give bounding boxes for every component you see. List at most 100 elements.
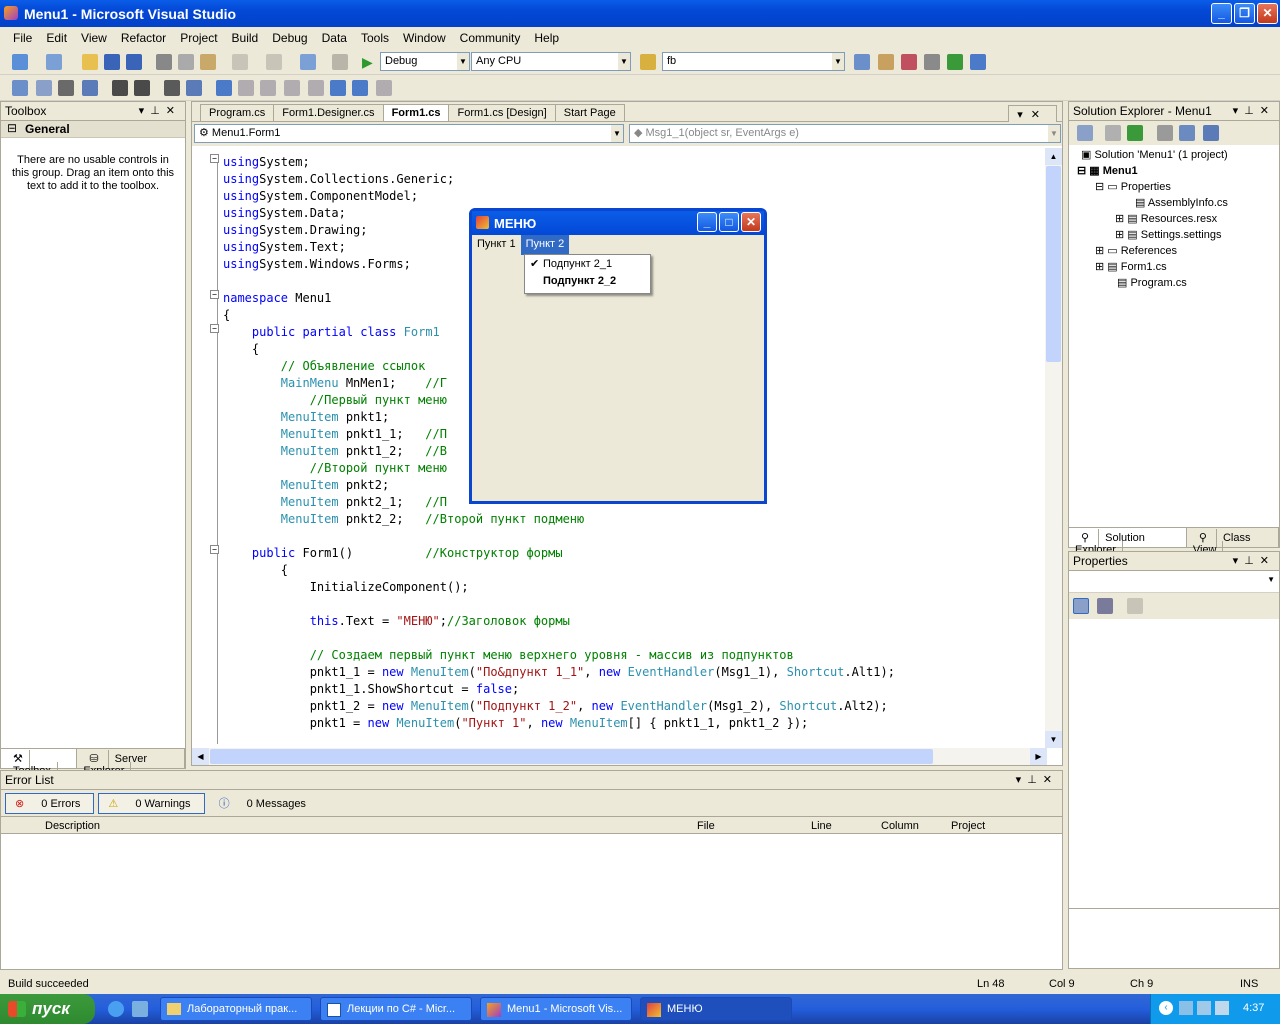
tree-solution[interactable]: ▣ Solution 'Menu1' (1 project) [1081, 148, 1228, 161]
tray-expand-icon[interactable]: ‹ [1159, 1001, 1173, 1015]
menu-community[interactable]: Community [453, 31, 528, 45]
show-desktop-icon[interactable] [132, 1001, 148, 1017]
task-menu-form[interactable]: МЕНЮ [640, 997, 792, 1021]
menu-refactor[interactable]: Refactor [114, 31, 173, 45]
errors-filter-button[interactable]: ⊗ 0 Errors [5, 792, 95, 814]
internet-explorer-icon[interactable] [108, 1001, 124, 1017]
menu-debug[interactable]: Debug [265, 31, 314, 45]
task-visual-studio[interactable]: Menu1 - Microsoft Vis... [480, 997, 632, 1021]
menu-data[interactable]: Data [315, 31, 354, 45]
new-project-icon[interactable] [12, 54, 28, 70]
comment-icon[interactable] [164, 80, 180, 96]
collapse-icon[interactable]: − [210, 324, 219, 333]
prev-bookmark-folder-icon[interactable] [284, 80, 300, 96]
find-input[interactable]: fb ▼ [662, 52, 845, 71]
menu-view[interactable]: View [74, 31, 114, 45]
column-line[interactable]: Line [811, 820, 832, 832]
toolbox-group-general[interactable]: General [1, 121, 185, 138]
pane-controls[interactable]: ▾⊥✕ [139, 104, 181, 117]
form-maximize-button[interactable]: □ [719, 212, 739, 232]
menu-edit[interactable]: Edit [39, 31, 74, 45]
next-bookmark-icon[interactable] [260, 80, 276, 96]
cut-icon[interactable] [156, 54, 172, 70]
save-all-icon[interactable] [126, 54, 142, 70]
scroll-right-icon[interactable]: ▶ [1030, 748, 1047, 765]
minimize-button[interactable]: _ [1211, 3, 1232, 24]
security-icon[interactable] [1215, 1001, 1229, 1015]
object-browser-icon[interactable] [901, 54, 917, 70]
submenu-item-2-2[interactable]: Подпункт 2_2 [525, 272, 650, 289]
task-word-document[interactable]: Лекции по C# - Micr... [320, 997, 472, 1021]
submenu-item-2-1[interactable]: ✔ Подпункт 2_1 [525, 255, 650, 272]
tab-program-cs[interactable]: Program.cs [200, 104, 275, 121]
menu-tools[interactable]: Tools [354, 31, 396, 45]
task-folder[interactable]: Лабораторный прак... [160, 997, 312, 1021]
column-column[interactable]: Column [881, 820, 919, 832]
form-menu-item-2[interactable]: Пункт 2 [520, 235, 570, 255]
pane-controls[interactable]: ▾⊥✕ [1016, 773, 1058, 786]
member-dropdown[interactable]: ◆ Msg1_1(object sr, EventArgs e) ▼ [629, 124, 1061, 143]
form-menu-item-1[interactable]: Пункт 1 [472, 235, 521, 255]
column-description[interactable]: Description [45, 820, 100, 832]
increase-indent-icon[interactable] [134, 80, 150, 96]
type-dropdown[interactable]: ⚙ Menu1.Form1 ▼ [194, 124, 624, 143]
decrease-indent-icon[interactable] [112, 80, 128, 96]
next-bookmark-folder-icon[interactable] [308, 80, 324, 96]
save-icon[interactable] [104, 54, 120, 70]
close-button[interactable]: ✕ [1257, 3, 1278, 24]
document-tab-controls[interactable]: ▾✕ [1008, 105, 1057, 123]
view-designer-icon[interactable] [1179, 125, 1195, 141]
column-file[interactable]: File [697, 820, 715, 832]
volume-icon[interactable] [1197, 1001, 1211, 1015]
horizontal-scrollbar[interactable]: ◀ ▶ [192, 748, 1047, 765]
menu-help[interactable]: Help [527, 31, 566, 45]
next-bookmark-doc-icon[interactable] [352, 80, 368, 96]
tree-settings[interactable]: ⊞ ▤ Settings.settings [1115, 228, 1221, 241]
view-code-icon[interactable] [1157, 125, 1173, 141]
menu-window[interactable]: Window [396, 31, 453, 45]
command-window-icon[interactable] [970, 54, 986, 70]
refresh-icon[interactable] [1127, 125, 1143, 141]
scroll-thumb[interactable] [1046, 166, 1061, 362]
tab-form1-cs-design[interactable]: Form1.cs [Design] [448, 104, 556, 121]
categorized-icon[interactable] [1073, 598, 1089, 614]
menu-project[interactable]: Project [173, 31, 224, 45]
solution-explorer-icon[interactable] [854, 54, 870, 70]
scroll-up-icon[interactable]: ▲ [1045, 148, 1062, 165]
tree-project[interactable]: ⊟ ▦ Menu1 [1077, 164, 1138, 177]
pane-controls[interactable]: ▾⊥✕ [1233, 104, 1275, 117]
object-selector[interactable]: ▼ [1069, 571, 1279, 593]
bookmark-icon[interactable] [216, 80, 232, 96]
quick-info-icon[interactable] [58, 80, 74, 96]
tree-assemblyinfo[interactable]: ▤ AssemblyInfo.cs [1135, 196, 1228, 209]
undo-icon[interactable] [232, 54, 248, 70]
platform-select[interactable]: Any CPU ▼ [471, 52, 631, 71]
navigate-forward-icon[interactable] [332, 54, 348, 70]
find-in-files-icon[interactable] [640, 54, 656, 70]
parameter-info-icon[interactable] [36, 80, 52, 96]
network-icon[interactable] [1179, 1001, 1193, 1015]
tab-form1-cs[interactable]: Form1.cs [382, 104, 450, 121]
menu-file[interactable]: File [6, 31, 39, 45]
tab-solution-explorer[interactable]: ⚲ Solution Explorer [1069, 528, 1187, 559]
navigate-backward-icon[interactable] [300, 54, 316, 70]
add-item-icon[interactable] [46, 54, 62, 70]
warnings-filter-button[interactable]: ⚠ 0 Warnings [98, 792, 205, 814]
column-project[interactable]: Project [951, 820, 985, 832]
form-minimize-button[interactable]: _ [697, 212, 717, 232]
tree-properties[interactable]: ⊟ ▭ Properties [1095, 180, 1171, 193]
object-members-icon[interactable] [12, 80, 28, 96]
scroll-left-icon[interactable]: ◀ [192, 748, 209, 765]
messages-filter-button[interactable]: ⓘ 0 Messages [209, 791, 320, 815]
show-all-files-icon[interactable] [1105, 125, 1121, 141]
start-page-icon[interactable] [947, 54, 963, 70]
complete-word-icon[interactable] [82, 80, 98, 96]
tree-resources[interactable]: ⊞ ▤ Resources.resx [1115, 212, 1217, 225]
prev-bookmark-icon[interactable] [238, 80, 254, 96]
tree-references[interactable]: ⊞ ▭ References [1095, 244, 1177, 257]
tab-start-page[interactable]: Start Page [554, 104, 625, 121]
property-pages-icon[interactable] [1127, 598, 1143, 614]
collapse-icon[interactable]: − [210, 154, 219, 163]
configuration-select[interactable]: Debug ▼ [380, 52, 470, 71]
open-file-icon[interactable] [82, 54, 98, 70]
